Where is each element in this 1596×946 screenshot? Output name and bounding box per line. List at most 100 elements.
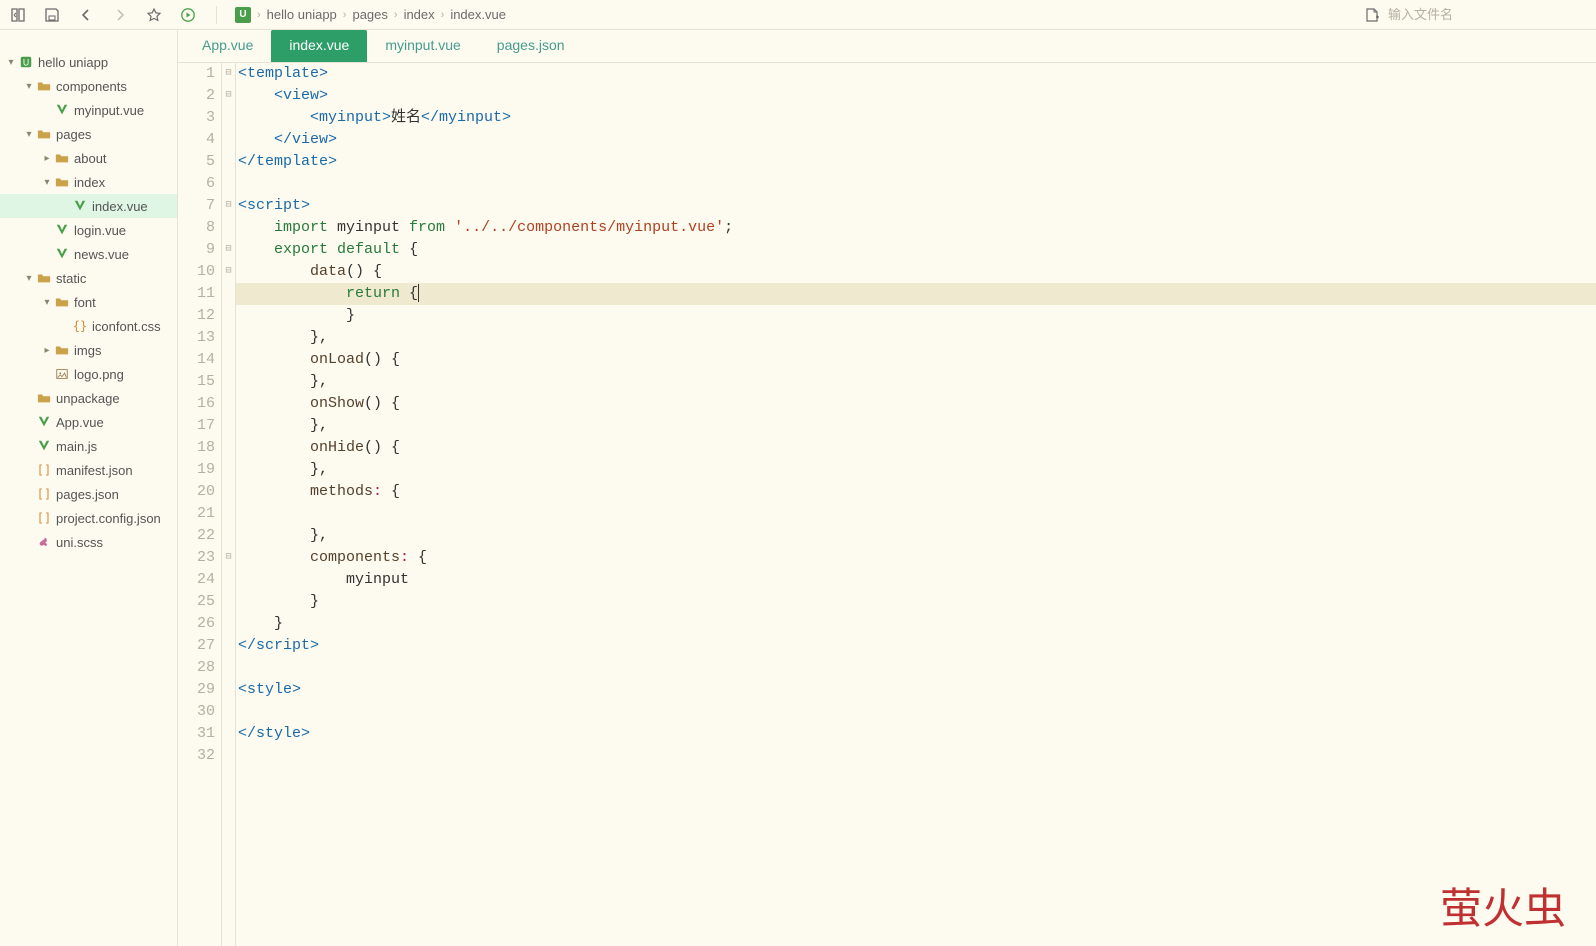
new-file-icon[interactable] [1362,5,1382,25]
tree-item-label: hello uniapp [38,55,108,70]
tree-item-label: iconfont.css [92,319,161,334]
fold-marker [222,305,235,327]
fold-marker [222,745,235,767]
code-line[interactable]: return { [236,283,1596,305]
code-line[interactable]: components: { [236,547,1596,569]
code-line[interactable]: onShow() { [236,393,1596,415]
tree-item[interactable]: news.vue [0,242,177,266]
tree-item[interactable]: myinput.vue [0,98,177,122]
chevron-down-icon[interactable]: ▾ [22,273,36,284]
fold-marker[interactable]: ⊟ [222,547,235,569]
tree-item[interactable]: ▾static [0,266,177,290]
code-line[interactable]: }, [236,525,1596,547]
code-line[interactable]: </script> [236,635,1596,657]
code-line[interactable]: }, [236,459,1596,481]
run-icon[interactable] [178,5,198,25]
code-line[interactable]: <view> [236,85,1596,107]
breadcrumb-item[interactable]: hello uniapp [267,7,337,22]
line-number: 32 [178,745,215,767]
line-number: 15 [178,371,215,393]
tree-item[interactable]: ▸imgs [0,338,177,362]
code-line[interactable]: <script> [236,195,1596,217]
code-line[interactable]: <style> [236,679,1596,701]
code-line[interactable]: }, [236,327,1596,349]
fold-marker[interactable]: ⊟ [222,239,235,261]
tab[interactable]: App.vue [184,30,271,62]
breadcrumb-item[interactable]: pages [352,7,387,22]
fold-marker[interactable]: ⊟ [222,63,235,85]
file-tree[interactable]: ▾Uhello uniapp▾componentsmyinput.vue▾pag… [0,30,178,946]
line-number: 25 [178,591,215,613]
tree-item[interactable]: ▾pages [0,122,177,146]
tree-item[interactable]: []manifest.json [0,458,177,482]
code-line[interactable] [236,745,1596,767]
code-line[interactable] [236,657,1596,679]
tree-item[interactable]: {}iconfont.css [0,314,177,338]
tree-item[interactable]: []project.config.json [0,506,177,530]
code-line[interactable]: <template> [236,63,1596,85]
code-line[interactable]: }, [236,415,1596,437]
code-content[interactable]: <template> <view> <myinput>姓名</myinput> … [236,63,1596,946]
tab[interactable]: pages.json [479,30,583,62]
chevron-right-icon[interactable]: ▸ [40,153,54,164]
tree-item[interactable]: ▾index [0,170,177,194]
code-line[interactable]: methods: { [236,481,1596,503]
collapse-panel-icon[interactable] [8,5,28,25]
tree-item[interactable]: unpackage [0,386,177,410]
code-line[interactable]: } [236,613,1596,635]
tree-item[interactable]: ▾font [0,290,177,314]
fold-marker [222,349,235,371]
chevron-down-icon[interactable]: ▾ [22,81,36,92]
chevron-right-icon: › [394,9,398,21]
fold-gutter[interactable]: ⊟⊟⊟⊟⊟⊟ [222,63,236,946]
tab[interactable]: index.vue [271,30,367,62]
folder-icon [54,294,70,310]
tree-item[interactable]: ▾Uhello uniapp [0,50,177,74]
folder-icon [54,150,70,166]
tree-item[interactable]: App.vue [0,410,177,434]
code-line[interactable]: }, [236,371,1596,393]
tree-item[interactable]: ▾components [0,74,177,98]
tree-item[interactable]: uni.scss [0,530,177,554]
chevron-down-icon[interactable]: ▾ [22,129,36,140]
code-line[interactable]: </style> [236,723,1596,745]
fold-marker[interactable]: ⊟ [222,261,235,283]
tree-item[interactable]: index.vue [0,194,177,218]
code-line[interactable]: </view> [236,129,1596,151]
chevron-down-icon[interactable]: ▾ [4,57,18,68]
code-line[interactable]: myinput [236,569,1596,591]
tab[interactable]: myinput.vue [367,30,478,62]
code-line[interactable] [236,701,1596,723]
chevron-down-icon[interactable]: ▾ [40,177,54,188]
tree-item[interactable]: []pages.json [0,482,177,506]
breadcrumb-item[interactable]: index.vue [450,7,506,22]
back-icon[interactable] [76,5,96,25]
code-line[interactable]: </template> [236,151,1596,173]
chevron-down-icon[interactable]: ▾ [40,297,54,308]
code-line[interactable]: onHide() { [236,437,1596,459]
code-line[interactable]: } [236,305,1596,327]
code-line[interactable]: } [236,591,1596,613]
tree-item[interactable]: main.js [0,434,177,458]
code-line[interactable]: export default { [236,239,1596,261]
code-line[interactable]: data() { [236,261,1596,283]
code-line[interactable] [236,173,1596,195]
breadcrumb-item[interactable]: index [404,7,435,22]
fold-marker[interactable]: ⊟ [222,85,235,107]
code-line[interactable]: onLoad() { [236,349,1596,371]
tree-item[interactable]: ▸about [0,146,177,170]
forward-icon[interactable] [110,5,130,25]
tree-item[interactable]: logo.png [0,362,177,386]
chevron-right-icon[interactable]: ▸ [40,345,54,356]
file-search-input[interactable] [1388,7,1588,22]
code-line[interactable]: import myinput from '../../components/my… [236,217,1596,239]
fold-marker [222,569,235,591]
code-line[interactable]: <myinput>姓名</myinput> [236,107,1596,129]
code-line[interactable] [236,503,1596,525]
code-editor[interactable]: 1234567891011121314151617181920212223242… [178,62,1596,946]
save-icon[interactable] [42,5,62,25]
fold-marker [222,459,235,481]
star-icon[interactable] [144,5,164,25]
tree-item[interactable]: login.vue [0,218,177,242]
fold-marker[interactable]: ⊟ [222,195,235,217]
